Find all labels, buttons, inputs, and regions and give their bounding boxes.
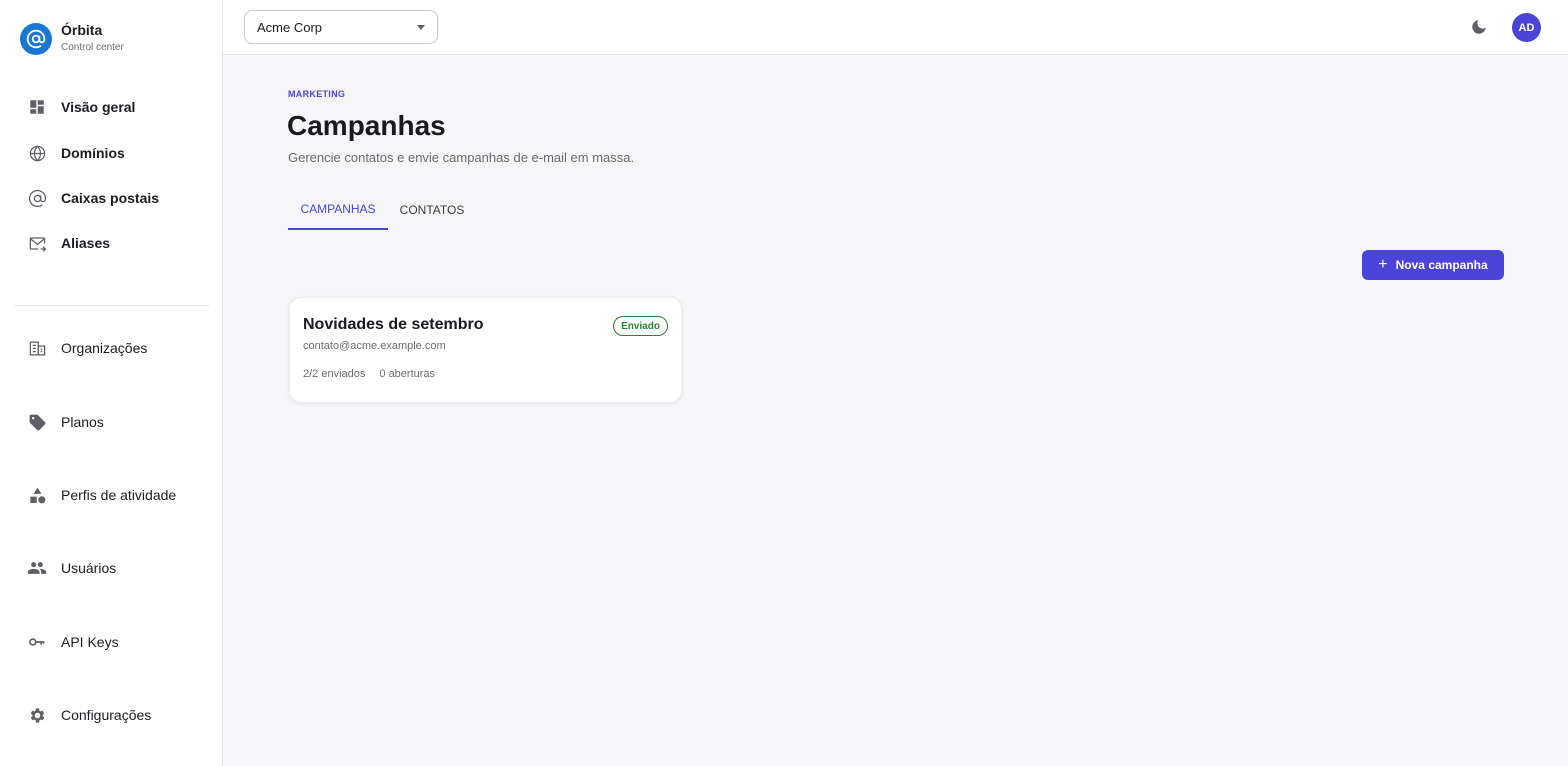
section-eyebrow: MARKETING bbox=[288, 89, 346, 99]
sidebar-item-label: Organizações bbox=[61, 340, 148, 356]
at-sign-icon bbox=[20, 22, 52, 55]
new-campaign-button[interactable]: + Nova campanha bbox=[1362, 250, 1504, 280]
sidebar-item-planos[interactable]: Planos bbox=[0, 404, 222, 440]
sidebar: Órbita Control center Visão geral Domíni… bbox=[0, 0, 223, 766]
tag-icon bbox=[26, 411, 48, 433]
sidebar-item-organizacoes[interactable]: Organizações bbox=[0, 330, 222, 366]
tab-campanhas[interactable]: CAMPANHAS bbox=[288, 190, 388, 230]
sidebar-item-api-keys[interactable]: API Keys bbox=[0, 624, 222, 660]
sidebar-item-caixas-postais[interactable]: Caixas postais bbox=[0, 180, 222, 216]
plus-icon: + bbox=[1378, 256, 1388, 273]
sidebar-item-label: Planos bbox=[61, 414, 104, 430]
campaign-stats: 2/2 enviados 0 aberturas bbox=[303, 368, 435, 380]
campaign-sender: contato@acme.example.com bbox=[303, 340, 446, 352]
caret-down-icon bbox=[417, 25, 425, 30]
sidebar-item-label: Domínios bbox=[61, 145, 125, 161]
building-icon bbox=[26, 337, 48, 359]
globe-icon bbox=[26, 142, 48, 164]
brand[interactable]: Órbita Control center bbox=[20, 22, 124, 55]
sidebar-item-label: Aliases bbox=[61, 235, 111, 251]
sidebar-item-label: API Keys bbox=[61, 634, 119, 650]
campaign-opens-count: 0 aberturas bbox=[379, 368, 436, 380]
organization-select-value: Acme Corp bbox=[257, 19, 323, 35]
sidebar-item-usuarios[interactable]: Usuários bbox=[0, 550, 222, 586]
campaign-sent-count: 2/2 enviados bbox=[303, 368, 366, 380]
sidebar-item-dominios[interactable]: Domínios bbox=[0, 135, 222, 171]
sidebar-item-configuracoes[interactable]: Configurações bbox=[0, 697, 222, 733]
brand-name: Órbita bbox=[61, 22, 103, 38]
sidebar-item-label: Visão geral bbox=[61, 99, 136, 115]
people-icon bbox=[26, 557, 48, 579]
dashboard-icon bbox=[26, 96, 48, 118]
campaign-title: Novidades de setembro bbox=[303, 316, 484, 333]
sidebar-item-aliases[interactable]: Aliases bbox=[0, 225, 222, 261]
mail-forward-icon bbox=[26, 232, 48, 254]
sidebar-item-label: Usuários bbox=[61, 560, 117, 576]
moon-icon bbox=[1472, 20, 1486, 34]
status-badge: Enviado bbox=[613, 316, 668, 336]
sidebar-item-perfis-de-atividade[interactable]: Perfis de atividade bbox=[0, 477, 222, 513]
sidebar-divider bbox=[14, 305, 209, 306]
tab-contatos[interactable]: CONTATOS bbox=[390, 190, 474, 230]
sidebar-item-label: Perfis de atividade bbox=[61, 487, 177, 503]
theme-toggle-button[interactable] bbox=[1468, 16, 1490, 38]
sidebar-item-label: Configurações bbox=[61, 707, 152, 723]
topbar: Acme Corp AD bbox=[223, 0, 1568, 55]
sidebar-item-label: Caixas postais bbox=[61, 190, 160, 206]
page-subtitle: Gerencie contatos e envie campanhas de e… bbox=[288, 150, 635, 165]
new-campaign-label: Nova campanha bbox=[1395, 258, 1488, 272]
gear-icon bbox=[26, 704, 48, 726]
sidebar-item-visao-geral[interactable]: Visão geral bbox=[0, 89, 222, 125]
avatar[interactable]: AD bbox=[1512, 13, 1541, 42]
shapes-icon bbox=[26, 484, 48, 506]
at-sign-icon bbox=[26, 187, 48, 209]
key-icon bbox=[26, 631, 48, 653]
organization-select[interactable]: Acme Corp bbox=[244, 10, 438, 44]
brand-subtitle: Control center bbox=[61, 42, 124, 53]
campaign-card[interactable]: Novidades de setembro Enviado contato@ac… bbox=[289, 297, 682, 403]
page-title: Campanhas bbox=[287, 110, 446, 141]
